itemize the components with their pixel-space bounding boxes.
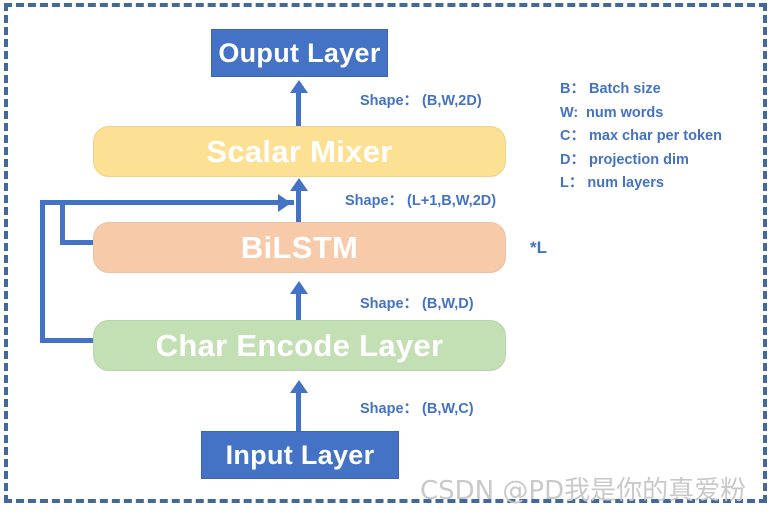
node-scalar-mixer[interactable]: Scalar Mixer	[93, 126, 506, 177]
node-input-layer-label: Input Layer	[225, 439, 375, 470]
legend-item-b: B： Batch size	[560, 78, 722, 102]
skip-connection-charenc-arrowhead	[278, 194, 291, 212]
node-output-layer-label: Ouput Layer	[218, 37, 381, 68]
diagram-canvas: Ouput Layer Shape： (B,W,2D) Scalar Mixer…	[0, 0, 779, 514]
node-scalar-mixer-label: Scalar Mixer	[206, 133, 393, 169]
legend-desc-d: projection dim	[588, 151, 689, 168]
legend-key-l: L：	[560, 175, 584, 191]
legend-item-d: D： projection dim	[560, 149, 722, 173]
connector-input-to-charenc-arrowhead	[290, 380, 308, 393]
connector-mixer-to-output-line	[296, 92, 301, 128]
legend-item-w: W: num words	[560, 102, 722, 126]
node-char-encode-layer[interactable]: Char Encode Layer	[93, 320, 506, 371]
shape-label-mixer-to-output: Shape： (B,W,2D)	[360, 93, 482, 109]
legend-key-c: C：	[560, 128, 585, 144]
node-input-layer[interactable]: Input Layer	[201, 431, 399, 479]
node-output-layer[interactable]: Ouput Layer	[211, 29, 388, 77]
node-bilstm-label: BiLSTM	[240, 229, 359, 265]
legend-item-l: L： num layers	[560, 172, 722, 196]
shape-label-bilstm-to-mixer: Shape： (L+1,B,W,2D)	[345, 193, 497, 209]
skip-connection-bilstm-vertical	[60, 200, 65, 245]
legend-key-b: B：	[560, 81, 585, 97]
skip-connection-charenc-top-horizontal	[40, 200, 294, 205]
legend-desc-c: max char per token	[588, 128, 722, 144]
skip-connection-charenc-bottom-horizontal	[40, 338, 98, 343]
legend-key-d: D：	[560, 151, 585, 168]
connector-mixer-to-output-arrowhead	[290, 80, 308, 93]
connector-bilstm-to-mixer-line	[296, 190, 301, 225]
node-char-encode-layer-label: Char Encode Layer	[155, 327, 444, 363]
legend-desc-l: num layers	[587, 175, 664, 191]
csdn-watermark: CSDN @PD我是你的真爱粉	[420, 476, 747, 506]
connector-charenc-to-bilstm-line	[296, 293, 301, 323]
connector-charenc-to-bilstm-arrowhead	[290, 281, 308, 294]
shape-label-input-to-charenc: Shape： (B,W,C)	[360, 401, 474, 417]
skip-connection-charenc-vertical	[40, 200, 45, 343]
legend: B： Batch size W: num words C： max char per …	[560, 78, 722, 196]
legend-desc-b: Batch size	[588, 81, 661, 97]
repeat-multiplier-label: *L	[530, 238, 547, 257]
legend-key-w: W:	[560, 104, 579, 121]
connector-input-to-charenc-line	[296, 392, 301, 433]
connector-bilstm-to-mixer-arrowhead	[290, 178, 308, 191]
node-bilstm[interactable]: BiLSTM	[93, 222, 506, 273]
shape-label-charenc-to-bilstm: Shape： (B,W,D)	[360, 296, 474, 312]
legend-desc-w: num words	[586, 104, 664, 121]
legend-item-c: C： max char per token	[560, 125, 722, 149]
